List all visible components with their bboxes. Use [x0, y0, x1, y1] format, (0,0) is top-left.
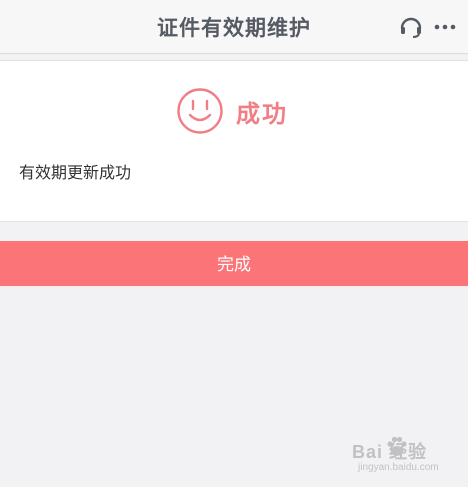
app-header: 证件有效期维护	[0, 0, 468, 54]
status-text: 成功	[236, 99, 288, 128]
customer-service-button[interactable]	[396, 12, 426, 42]
result-message: 有效期更新成功	[19, 163, 132, 182]
watermark: Bai 经验 jingyan.baidu.com	[344, 434, 462, 478]
paw-icon	[387, 436, 407, 456]
watermark-url: jingyan.baidu.com	[358, 462, 439, 473]
done-button[interactable]: 完成	[0, 241, 468, 286]
more-icon	[434, 24, 456, 30]
more-button[interactable]	[430, 12, 460, 42]
result-card: 成功 有效期更新成功	[0, 60, 468, 222]
smile-icon	[177, 88, 223, 134]
success-status: 成功	[176, 87, 288, 135]
headset-icon	[400, 17, 422, 38]
